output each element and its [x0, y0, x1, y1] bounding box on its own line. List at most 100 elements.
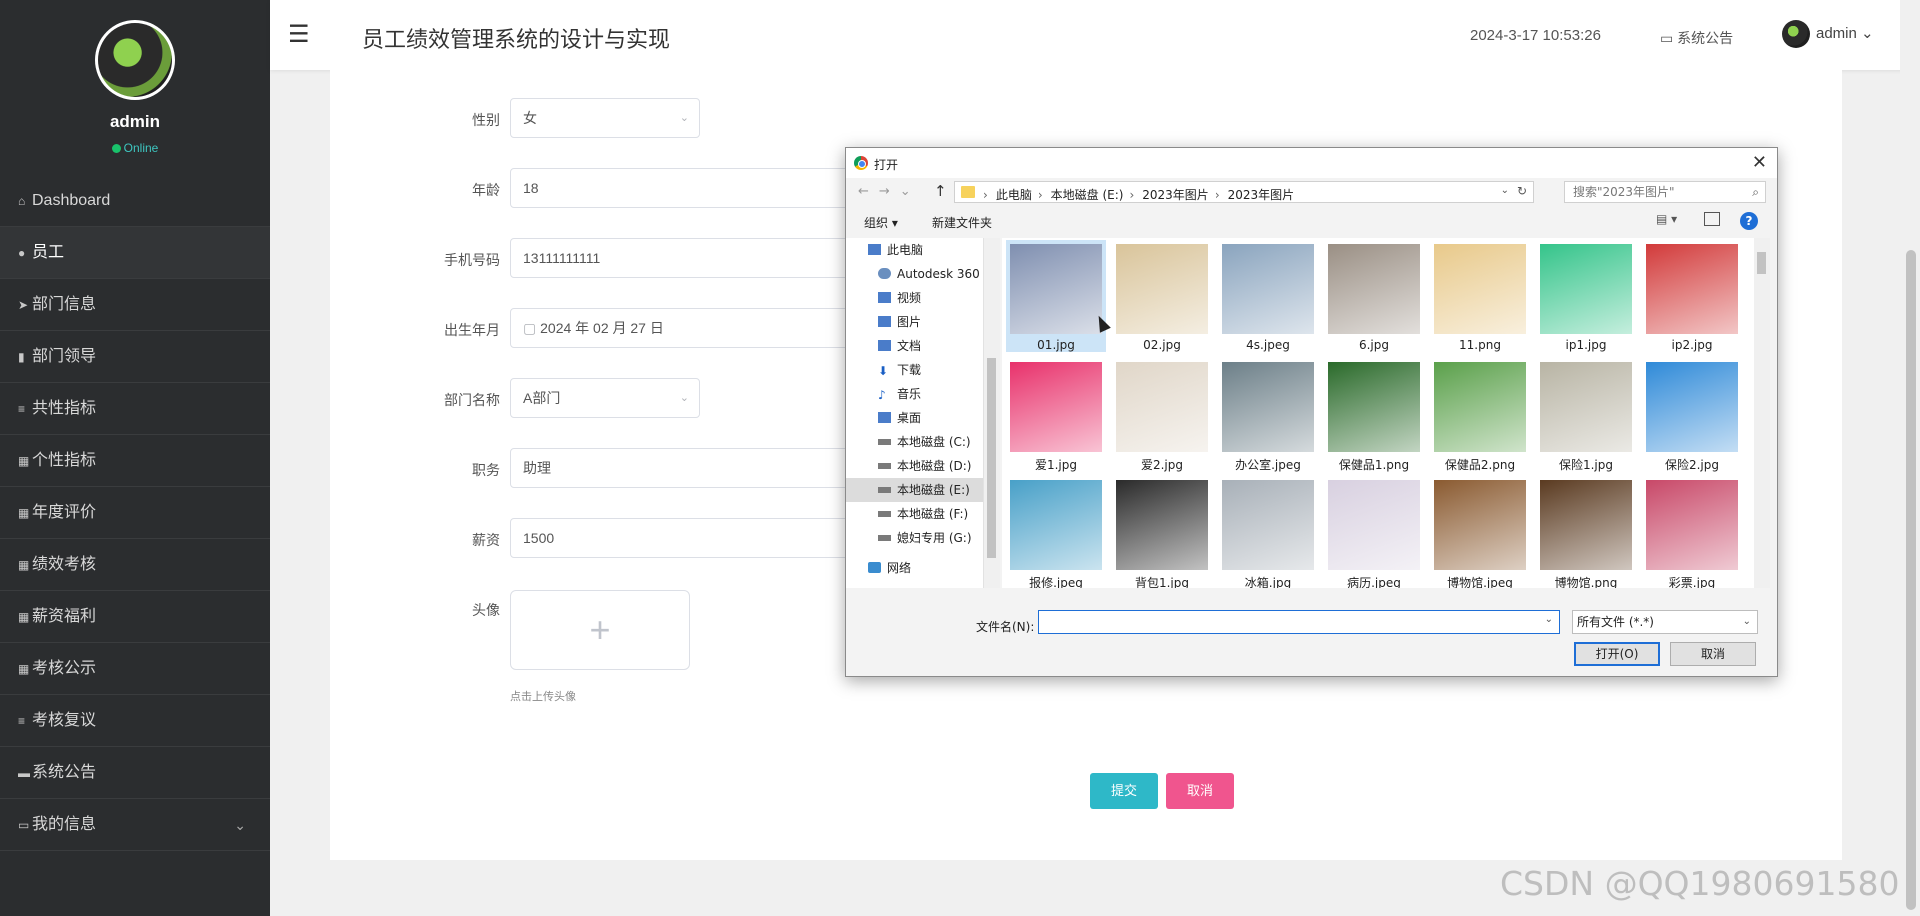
- tree-item[interactable]: 桌面: [846, 406, 983, 430]
- header-user-menu[interactable]: admin ⌄: [1782, 20, 1874, 48]
- view-options-icon[interactable]: ▤ ▾: [1656, 212, 1677, 226]
- file-item[interactable]: 11.png: [1430, 240, 1530, 352]
- tree-item-label: Autodesk 360: [897, 267, 980, 281]
- chevron-down-icon[interactable]: ⌄: [1501, 185, 1509, 196]
- sidebar-item-1[interactable]: ● 员工: [0, 227, 270, 279]
- file-item[interactable]: 办公室.jpeg: [1218, 358, 1318, 473]
- sidebar-item-5[interactable]: ▦ 个性指标: [0, 435, 270, 487]
- sidebar-item-10[interactable]: ≡ 考核复议: [0, 695, 270, 747]
- sidebar-avatar[interactable]: [95, 20, 175, 100]
- tree-item-label: 文档: [897, 339, 922, 353]
- address-bar[interactable]: › 此电脑 › 本地磁盘 (E:) › 2023年图片 › 2023年图片 ⌄ ↻: [954, 181, 1534, 203]
- sidebar-item-9[interactable]: ▦ 考核公示: [0, 643, 270, 695]
- file-item[interactable]: 保险1.jpg: [1536, 358, 1636, 473]
- chevron-down-icon[interactable]: ⌄: [1545, 614, 1553, 625]
- tree-item-label: 桌面: [897, 411, 922, 425]
- file-item[interactable]: 保健品2.png: [1430, 358, 1530, 473]
- chrome-icon: [854, 156, 868, 170]
- tree-scrollbar[interactable]: [984, 238, 1000, 588]
- sidebar-item-6[interactable]: ▦ 年度评价: [0, 487, 270, 539]
- header-notice-link[interactable]: ▭ 系统公告: [1660, 28, 1733, 48]
- help-icon[interactable]: ?: [1740, 212, 1758, 230]
- sidebar-item-3[interactable]: ▮ 部门领导: [0, 331, 270, 383]
- file-item[interactable]: 爱1.jpg: [1006, 358, 1106, 473]
- file-item[interactable]: 博物馆.jpeg: [1430, 476, 1530, 588]
- file-item[interactable]: 彩票.jpg: [1642, 476, 1742, 588]
- file-item[interactable]: 保险2.jpg: [1642, 358, 1742, 473]
- breadcrumb-item[interactable]: 此电脑: [996, 188, 1032, 202]
- dialog-titlebar[interactable]: 打开 ✕: [846, 148, 1777, 178]
- refresh-icon[interactable]: ↻: [1517, 184, 1527, 198]
- file-thumbnail: [1116, 244, 1208, 334]
- breadcrumb-item[interactable]: 2023年图片: [1142, 188, 1209, 202]
- menu-toggle-icon[interactable]: ☰: [288, 20, 310, 49]
- sidebar-item-label: 个性指标: [32, 452, 97, 469]
- file-item[interactable]: 博物馆.png: [1536, 476, 1636, 588]
- tree-item[interactable]: ⬇ 下载: [846, 358, 983, 382]
- new-folder-button[interactable]: 新建文件夹: [932, 214, 992, 231]
- gender-select[interactable]: 女 ⌄: [510, 98, 700, 138]
- list-icon: ≡: [18, 714, 26, 728]
- file-item[interactable]: 01.jpg: [1006, 240, 1106, 352]
- close-icon[interactable]: ✕: [1752, 152, 1767, 173]
- sidebar-item-4[interactable]: ≡ 共性指标: [0, 383, 270, 435]
- tree-item[interactable]: ♪ 音乐: [846, 382, 983, 406]
- tree-item[interactable]: 图片: [846, 310, 983, 334]
- online-status: Online: [0, 141, 270, 155]
- file-thumbnail: [1222, 362, 1314, 452]
- dialog-cancel-button[interactable]: 取消: [1670, 642, 1756, 666]
- file-item[interactable]: 4s.jpeg: [1218, 240, 1318, 352]
- tree-item[interactable]: 文档: [846, 334, 983, 358]
- sidebar-item-2[interactable]: ➤ 部门信息: [0, 279, 270, 331]
- sidebar-item-11[interactable]: ▬ 系统公告: [0, 747, 270, 799]
- page-scrollbar-thumb[interactable]: [1906, 250, 1916, 910]
- up-arrow-icon[interactable]: ↑: [934, 182, 947, 200]
- grid-icon: ▦: [18, 610, 30, 624]
- drive-icon: [878, 511, 891, 517]
- file-item[interactable]: 背包1.jpg: [1112, 476, 1212, 588]
- filename-input[interactable]: ⌄: [1038, 610, 1560, 634]
- tree-item[interactable]: 本地磁盘 (F:): [846, 502, 983, 526]
- sidebar-item-8[interactable]: ▦ 薪资福利: [0, 591, 270, 643]
- dept-value: A部门: [523, 390, 561, 406]
- file-thumbnail: [1222, 244, 1314, 334]
- file-item[interactable]: 保健品1.png: [1324, 358, 1424, 473]
- breadcrumb-item[interactable]: 2023年图片: [1228, 188, 1295, 202]
- file-type-select[interactable]: 所有文件 (*.*) ⌄: [1572, 610, 1758, 634]
- tree-item[interactable]: 此电脑: [846, 238, 983, 262]
- organize-button[interactable]: 组织 ▾: [864, 214, 898, 231]
- open-button[interactable]: 打开(O): [1574, 642, 1660, 666]
- dept-select[interactable]: A部门 ⌄: [510, 378, 700, 418]
- file-item[interactable]: 02.jpg: [1112, 240, 1212, 352]
- back-forward-icon[interactable]: ←→⌄: [858, 184, 921, 199]
- file-item[interactable]: ip2.jpg: [1642, 240, 1742, 352]
- sidebar-item-7[interactable]: ▦ 绩效考核: [0, 539, 270, 591]
- tree-item[interactable]: 本地磁盘 (D:): [846, 454, 983, 478]
- avatar-upload-box[interactable]: +: [510, 590, 690, 670]
- file-item[interactable]: 冰箱.jpg: [1218, 476, 1318, 588]
- files-scrollbar[interactable]: [1754, 238, 1770, 588]
- file-item[interactable]: 病历.jpeg: [1324, 476, 1424, 588]
- tree-item[interactable]: 网络: [846, 556, 983, 580]
- online-dot-icon: [111, 144, 121, 153]
- preview-pane-icon[interactable]: [1704, 212, 1720, 226]
- folder-search-input[interactable]: 搜索"2023年图片" ⌕: [1564, 181, 1766, 203]
- cancel-button[interactable]: 取消: [1166, 773, 1234, 809]
- tree-item[interactable]: Autodesk 360: [846, 262, 983, 286]
- tree-item[interactable]: 本地磁盘 (C:): [846, 430, 983, 454]
- sidebar-item-12[interactable]: ▭ 我的信息 ⌄: [0, 799, 270, 851]
- file-item[interactable]: 报修.jpeg: [1006, 476, 1106, 588]
- ticket-icon: ▬: [18, 766, 30, 780]
- tree-item[interactable]: 本地磁盘 (E:): [846, 478, 983, 502]
- notice-icon: ▭: [1660, 30, 1678, 46]
- network-icon: [868, 562, 881, 573]
- tree-item[interactable]: 媳妇专用 (G:): [846, 526, 983, 550]
- breadcrumb-item[interactable]: 本地磁盘 (E:): [1051, 188, 1124, 202]
- file-item[interactable]: 爱2.jpg: [1112, 358, 1212, 473]
- file-item[interactable]: ip1.jpg: [1536, 240, 1636, 352]
- file-item[interactable]: 6.jpg: [1324, 240, 1424, 352]
- sidebar-item-label: 考核复议: [32, 712, 97, 729]
- tree-item[interactable]: 视频: [846, 286, 983, 310]
- sidebar-item-0[interactable]: ⌂ Dashboard: [0, 175, 270, 227]
- submit-button[interactable]: 提交: [1090, 773, 1158, 809]
